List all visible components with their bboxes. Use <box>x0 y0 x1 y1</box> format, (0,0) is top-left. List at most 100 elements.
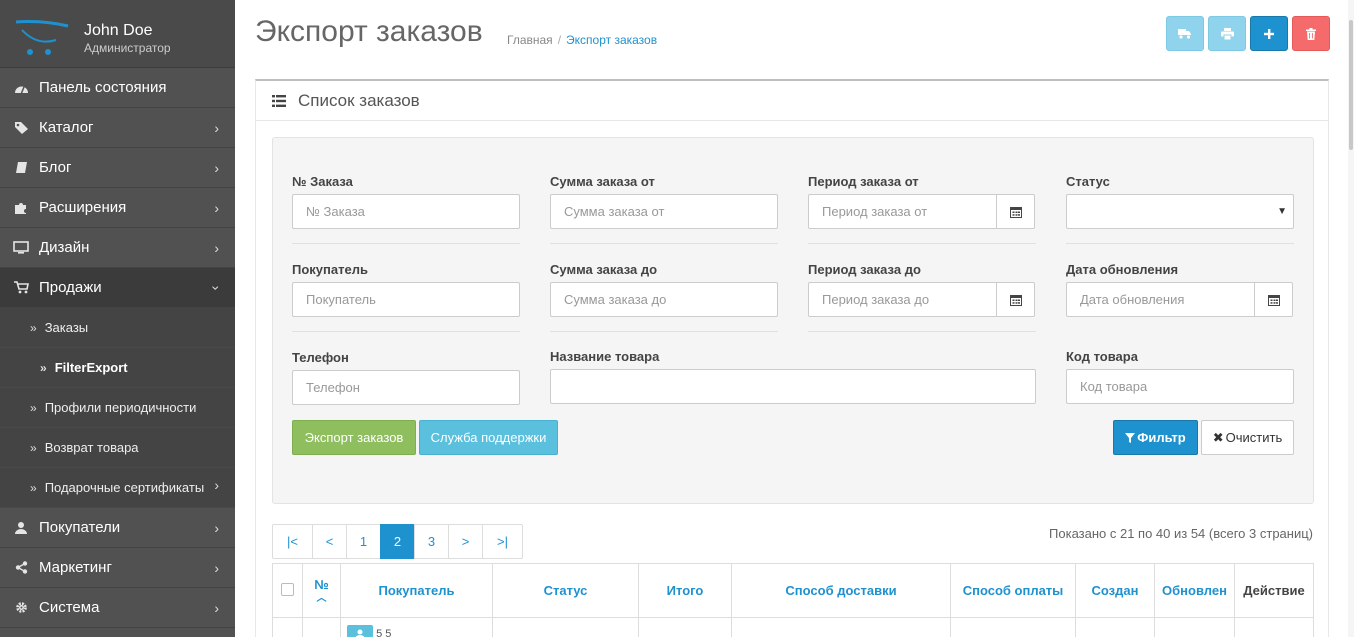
nav-orders[interactable]: » Заказы <box>0 308 235 348</box>
filter-icon <box>1125 432 1136 443</box>
share-icon <box>12 561 30 575</box>
col-shipping-method[interactable]: Способ доставки <box>731 563 951 618</box>
nav-extensions[interactable]: Расширения › <box>0 188 235 228</box>
truck-icon <box>1178 29 1191 39</box>
page-2[interactable]: 2 <box>380 524 415 559</box>
order-id-input[interactable]: № Заказа <box>292 194 520 229</box>
nav-blog-label: Блог <box>39 159 72 176</box>
nav-filterexport[interactable]: » FilterExport <box>0 348 235 388</box>
export-orders-button[interactable]: Экспорт заказов <box>292 420 416 455</box>
chevron-right-icon: › <box>214 520 219 536</box>
customer-label: Покупатель <box>292 262 368 277</box>
chevron-right-icon: › <box>214 560 219 576</box>
customer-avatar-icon[interactable] <box>347 625 373 637</box>
page-1[interactable]: 1 <box>346 524 381 559</box>
sort-asc-icon: ︿ <box>316 593 327 604</box>
nav-marketing[interactable]: Маркетинг › <box>0 548 235 588</box>
scrollbar[interactable] <box>1348 0 1354 637</box>
col-payment-method[interactable]: Способ оплаты <box>950 563 1076 618</box>
chevron-right-icon: › <box>214 200 219 216</box>
nav-system-label: Система <box>39 599 100 616</box>
delete-button[interactable] <box>1292 16 1330 51</box>
print-button[interactable] <box>1208 16 1246 51</box>
panel-heading: Список заказов <box>256 81 1328 121</box>
chevron-right-icon: › <box>214 120 219 136</box>
page-3[interactable]: 3 <box>414 524 449 559</box>
nav-gift-vouchers[interactable]: » Подарочные сертификаты › <box>0 468 235 508</box>
date-from-input[interactable]: Период заказа от <box>808 194 997 229</box>
total-from-input[interactable]: Сумма заказа от <box>550 194 778 229</box>
phone-label: Телефон <box>292 350 349 365</box>
date-to-input[interactable]: Период заказа до <box>808 282 997 317</box>
nav-catalog[interactable]: Каталог › <box>0 108 235 148</box>
cart-logo-icon <box>15 20 69 55</box>
date-modified-calendar-button[interactable] <box>1255 282 1293 317</box>
filter-button-label: Фильтр <box>1137 430 1186 445</box>
filter-button[interactable]: Фильтр <box>1113 420 1198 455</box>
select-all-checkbox[interactable] <box>281 582 294 596</box>
close-icon: ✖ <box>1212 429 1224 445</box>
col-customer[interactable]: Покупатель <box>340 563 493 618</box>
date-modified-label: Дата обновления <box>1066 262 1179 277</box>
nav-marketing-label: Маркетинг <box>39 559 112 576</box>
calendar-icon <box>1009 206 1022 218</box>
pagination: |< < 1 2 3 > >| <box>272 524 523 559</box>
user-name[interactable]: John Doe <box>84 22 153 40</box>
col-date-added[interactable]: Создан <box>1075 563 1155 618</box>
nav-returns[interactable]: » Возврат товара <box>0 428 235 468</box>
date-modified-input[interactable]: Дата обновления <box>1066 282 1255 317</box>
nav-design[interactable]: Дизайн › <box>0 228 235 268</box>
double-chevron-icon: » <box>30 320 37 335</box>
col-date-modified[interactable]: Обновлен <box>1154 563 1235 618</box>
add-button[interactable] <box>1250 16 1288 51</box>
product-code-input[interactable]: Код товара <box>1066 369 1294 404</box>
breadcrumb-home[interactable]: Главная <box>507 33 553 47</box>
user-icon <box>12 521 30 535</box>
col-number[interactable]: № ︿ <box>302 563 341 618</box>
product-name-input[interactable] <box>550 369 1036 404</box>
col-total[interactable]: Итого <box>638 563 732 618</box>
page-prev[interactable]: < <box>312 524 347 559</box>
product-code-label: Код товара <box>1066 349 1138 364</box>
date-from-calendar-button[interactable] <box>997 194 1035 229</box>
gear-icon <box>12 601 30 615</box>
table-row: 5 5 <box>272 617 1314 637</box>
customer-name: 5 5 <box>376 628 392 637</box>
calendar-icon <box>1009 294 1022 306</box>
page-first[interactable]: |< <box>272 524 313 559</box>
nav-filterexport-label: FilterExport <box>54 360 128 375</box>
nav-system[interactable]: Система › <box>0 588 235 628</box>
shipping-button[interactable] <box>1166 16 1204 51</box>
tags-icon <box>12 121 30 135</box>
status-select[interactable]: ▼ <box>1066 194 1294 229</box>
col-number-label: № <box>314 577 329 592</box>
nav-sales-label: Продажи <box>39 279 102 296</box>
page-last[interactable]: >| <box>482 524 523 559</box>
breadcrumb-current[interactable]: Экспорт заказов <box>566 33 657 47</box>
book-icon <box>12 161 30 175</box>
nav-dashboard[interactable]: Панель состояния <box>0 68 235 108</box>
total-to-input[interactable]: Сумма заказа до <box>550 282 778 317</box>
support-button[interactable]: Служба поддержки <box>419 420 558 455</box>
customer-input[interactable]: Покупатель <box>292 282 520 317</box>
page-next[interactable]: > <box>448 524 483 559</box>
col-action: Действие <box>1234 563 1314 618</box>
nav-customers[interactable]: Покупатели › <box>0 508 235 548</box>
page-title: Экспорт заказов <box>255 15 483 48</box>
date-to-label: Период заказа до <box>808 262 921 277</box>
status-label: Статус <box>1066 174 1110 189</box>
phone-input[interactable]: Телефон <box>292 370 520 405</box>
date-to-calendar-button[interactable] <box>997 282 1035 317</box>
scrollbar-thumb[interactable] <box>1349 20 1353 150</box>
trash-icon <box>1306 27 1316 40</box>
col-status[interactable]: Статус <box>492 563 639 618</box>
nav-sales[interactable]: Продажи › <box>0 268 235 308</box>
nav-recurring-profiles[interactable]: » Профили периодичности <box>0 388 235 428</box>
nav-blog[interactable]: Блог › <box>0 148 235 188</box>
list-icon <box>272 94 286 107</box>
clear-button[interactable]: ✖ Очистить <box>1201 420 1294 455</box>
date-from-label: Период заказа от <box>808 174 919 189</box>
chevron-right-icon: › <box>214 477 219 493</box>
chevron-right-icon: › <box>214 600 219 616</box>
total-from-label: Сумма заказа от <box>550 174 655 189</box>
